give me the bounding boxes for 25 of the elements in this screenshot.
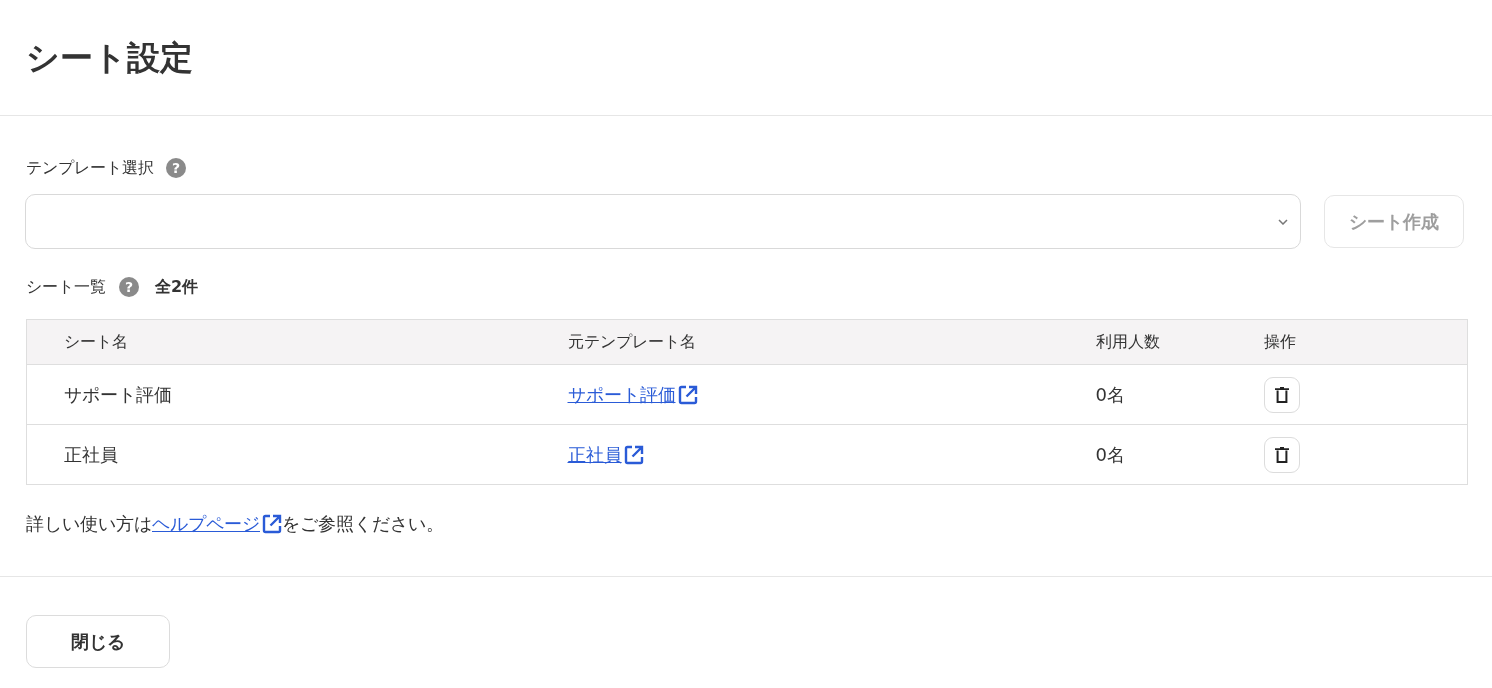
sheet-count: 全2件 xyxy=(155,276,199,298)
sheet-list-label: シート一覧 xyxy=(26,276,106,298)
trash-icon xyxy=(1274,446,1289,463)
help-icon[interactable]: ? xyxy=(119,277,139,297)
delete-button[interactable] xyxy=(1263,376,1300,413)
column-header: 操作 xyxy=(1226,319,1468,365)
user-count: 0名 xyxy=(1095,444,1125,465)
external-link-icon xyxy=(262,514,282,534)
sheet-name: サポート評価 xyxy=(64,384,172,405)
delete-button[interactable] xyxy=(1263,436,1300,473)
column-header: 元テンプレート名 xyxy=(530,319,1059,365)
page-title: シート設定 xyxy=(26,37,193,78)
chevron-down-icon xyxy=(1278,218,1288,225)
column-header: 利用人数 xyxy=(1058,319,1227,365)
close-button[interactable]: 閉じる xyxy=(26,615,170,668)
help-icon[interactable]: ? xyxy=(166,158,186,178)
column-header: シート名 xyxy=(26,319,531,365)
template-select-label: テンプレート選択 xyxy=(26,157,154,179)
user-count: 0名 xyxy=(1095,384,1125,405)
external-link-icon xyxy=(677,384,698,405)
help-text: 詳しい使い方はヘルプページ をご参照ください。 xyxy=(26,510,444,538)
external-link-icon xyxy=(623,444,644,465)
trash-icon xyxy=(1274,386,1289,403)
sheet-name: 正社員 xyxy=(64,444,118,465)
help-page-link[interactable]: ヘルプページ xyxy=(152,510,282,538)
